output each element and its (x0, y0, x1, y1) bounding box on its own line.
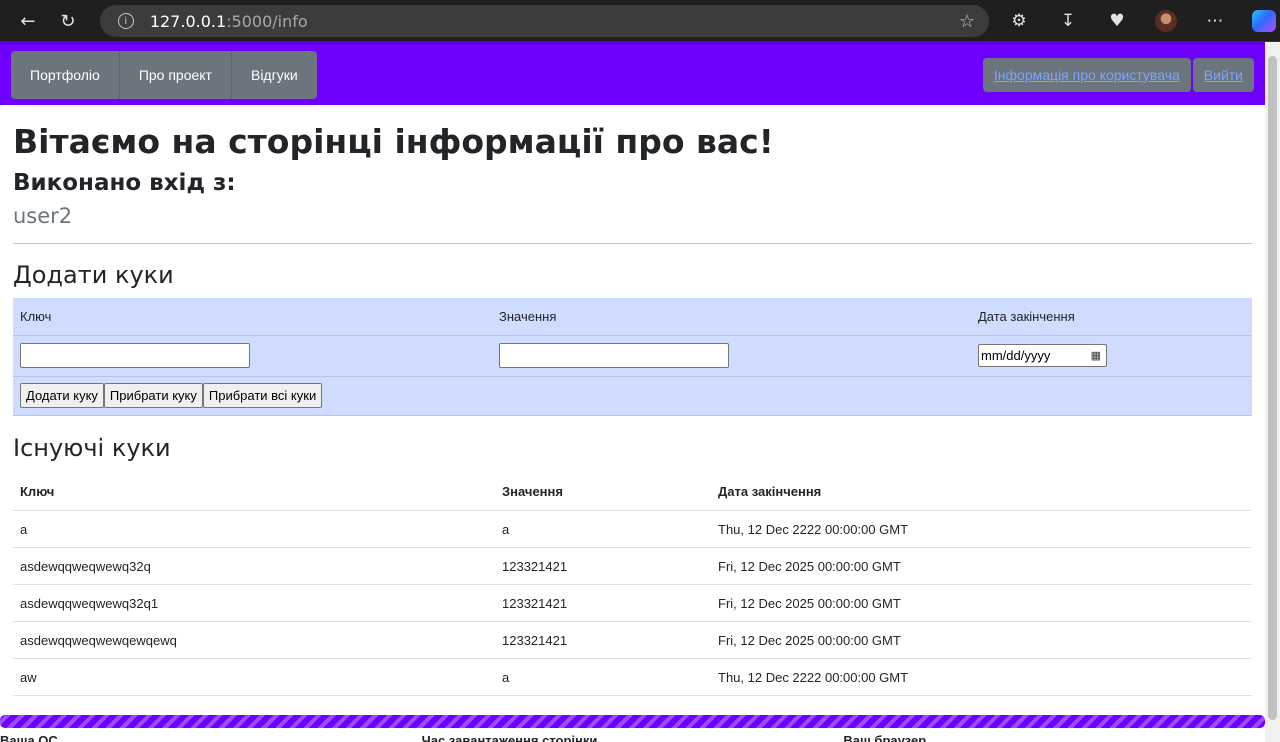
browser-essentials-icon[interactable]: ♥ (1101, 5, 1133, 37)
download-icon[interactable]: ↧ (1052, 5, 1084, 37)
back-arrow-icon[interactable]: ← (12, 5, 44, 37)
page-title: Вітаємо на сторінці інформації про вас! (13, 122, 774, 161)
cookie-key: asdewqqweqwewq32q1 (13, 584, 495, 622)
cookie-value: a (495, 510, 711, 548)
divider (13, 243, 1252, 244)
browser-toolbar: ← ↻ i 127.0.0.1:5000/info ☆ ⚙ ↧ ♥ ⋯ (0, 0, 1280, 42)
url-host: 127.0.0.1 (149, 11, 227, 31)
more-menu-icon[interactable]: ⋯ (1199, 5, 1231, 37)
footer: Ваша ОС Час завантаження сторінки Ваш бр… (0, 715, 1265, 742)
cookies-table: Ключ Значення Дата закінчення a a Thu, 1… (13, 473, 1252, 696)
address-bar[interactable]: i 127.0.0.1:5000/info ☆ (99, 5, 990, 37)
key-input-cell (13, 335, 492, 377)
col-expiry: Дата закінчення (711, 473, 1252, 511)
url-path: :5000/info (226, 11, 308, 31)
cookie-expiry: Fri, 12 Dec 2025 00:00:00 GMT (711, 584, 1252, 622)
avatar (1155, 10, 1178, 32)
footer-labels: Ваша ОС Час завантаження сторінки Ваш бр… (0, 733, 1265, 742)
cookie-expiry: Thu, 12 Dec 2222 00:00:00 GMT (711, 510, 1252, 548)
cookie-key: asdewqqweqwewq32q (13, 547, 495, 585)
logout-link[interactable]: Вийти (1192, 58, 1254, 92)
copilot-icon (1252, 10, 1277, 32)
cookie-expiry: Thu, 12 Dec 2222 00:00:00 GMT (711, 658, 1252, 696)
copilot-button[interactable] (1248, 5, 1280, 37)
nav-portfolio-button[interactable]: Портфоліо (11, 51, 120, 99)
table-row: asdewqqweqwewqewqewq 123321421 Fri, 12 D… (13, 621, 1252, 659)
cookie-value: 123321421 (495, 584, 711, 622)
add-cookie-button[interactable]: Додати куку (20, 383, 104, 408)
login-label: Виконано вхід з: (13, 170, 236, 196)
bookmark-star-icon[interactable]: ☆ (959, 11, 975, 32)
cookie-key: a (13, 510, 495, 548)
col-key: Ключ (13, 473, 495, 511)
user-info-link[interactable]: Інформація про користувача (982, 58, 1191, 92)
add-cookie-form: Ключ Значення Дата закінчення mm/dd/yyyy… (13, 298, 1252, 416)
table-row: asdewqqweqwewq32q 123321421 Fri, 12 Dec … (13, 547, 1252, 585)
navbar: Портфоліо Про проект Відгуки Інформація … (0, 42, 1265, 105)
table-header-row: Ключ Значення Дата закінчення (13, 473, 1252, 511)
extensions-icon[interactable]: ⚙ (1003, 5, 1035, 37)
footer-stripe (0, 715, 1265, 728)
table-row: asdewqqweqwewq32q1 123321421 Fri, 12 Dec… (13, 584, 1252, 622)
cookie-expiry-date-input[interactable]: mm/dd/yyyy ▦ (978, 344, 1107, 367)
form-header-value: Значення (492, 298, 971, 336)
form-actions: Додати куку Прибрати куку Прибрати всі к… (13, 376, 1252, 416)
nav-reviews-button[interactable]: Відгуки (232, 51, 317, 99)
value-input-cell (492, 335, 971, 377)
date-input-cell: mm/dd/yyyy ▦ (971, 335, 1252, 377)
nav-about-button[interactable]: Про проект (120, 51, 232, 99)
footer-browser-label: Ваш браузер (843, 733, 927, 742)
cookie-value-input[interactable] (499, 343, 729, 368)
reload-icon[interactable]: ↻ (52, 5, 84, 37)
form-header-expiry: Дата закінчення (971, 298, 1252, 336)
form-header-key: Ключ (13, 298, 492, 336)
footer-os-label: Ваша ОС (0, 733, 58, 742)
nav-user-group: Інформація про користувача Вийти (982, 58, 1254, 92)
col-value: Значення (495, 473, 711, 511)
scrollbar-thumb[interactable] (1268, 56, 1277, 720)
nav-button-group: Портфоліо Про проект Відгуки (11, 51, 317, 99)
cookie-value: 123321421 (495, 621, 711, 659)
page-scrollbar[interactable] (1265, 42, 1280, 742)
site-info-icon[interactable]: i (117, 13, 134, 29)
cookie-expiry: Fri, 12 Dec 2025 00:00:00 GMT (711, 621, 1252, 659)
table-row: aw a Thu, 12 Dec 2222 00:00:00 GMT (13, 658, 1252, 696)
date-placeholder: mm/dd/yyyy (981, 348, 1051, 363)
table-row: a a Thu, 12 Dec 2222 00:00:00 GMT (13, 510, 1252, 548)
footer-load-time-label: Час завантаження сторінки (421, 733, 598, 742)
add-cookie-heading: Додати куки (13, 261, 174, 289)
remove-all-cookies-button[interactable]: Прибрати всі куки (202, 383, 323, 408)
cookie-expiry: Fri, 12 Dec 2025 00:00:00 GMT (711, 547, 1252, 585)
remove-cookie-button[interactable]: Прибрати куку (103, 383, 203, 408)
cookie-value: a (495, 658, 711, 696)
cookie-value: 123321421 (495, 547, 711, 585)
profile-avatar[interactable] (1150, 5, 1182, 37)
calendar-icon[interactable]: ▦ (1091, 349, 1101, 362)
cookie-key: asdewqqweqwewqewqewq (13, 621, 495, 659)
cookie-key-input[interactable] (20, 343, 250, 368)
username: user2 (13, 204, 73, 228)
existing-cookies-heading: Існуючі куки (13, 433, 171, 462)
page-viewport: Портфоліо Про проект Відгуки Інформація … (0, 42, 1265, 742)
main-content: Вітаємо на сторінці інформації про вас! … (0, 123, 1265, 696)
cookie-key: aw (13, 658, 495, 696)
